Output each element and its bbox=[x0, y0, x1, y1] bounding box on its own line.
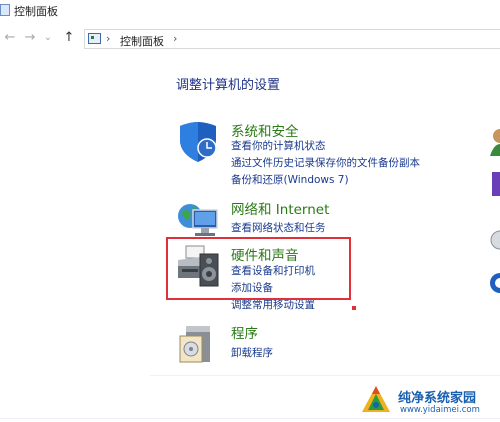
navigation-bar: ← → ⌄ ↑ › 控制面板 › bbox=[0, 26, 500, 52]
ease-of-access-icon[interactable] bbox=[490, 268, 500, 298]
forward-arrow-icon[interactable]: → bbox=[22, 30, 38, 46]
watermark-logo-icon bbox=[362, 386, 390, 412]
shield-icon[interactable] bbox=[176, 120, 220, 164]
address-bar[interactable]: › 控制面板 › bbox=[84, 29, 500, 49]
link-uninstall-program[interactable]: 卸载程序 bbox=[231, 345, 273, 360]
red-marker bbox=[352, 306, 356, 310]
network-globe-icon[interactable] bbox=[176, 198, 220, 242]
title-bar: 控制面板 bbox=[0, 0, 500, 22]
category-title[interactable]: 系统和安全 bbox=[231, 120, 299, 140]
highlight-box bbox=[166, 237, 351, 300]
divider bbox=[0, 418, 500, 419]
programs-box-icon[interactable] bbox=[176, 322, 220, 366]
breadcrumb-separator[interactable]: › bbox=[173, 32, 177, 45]
user-accounts-icon[interactable] bbox=[490, 128, 500, 156]
breadcrumb-separator[interactable]: › bbox=[106, 32, 110, 45]
recent-locations-chevron-icon[interactable]: ⌄ bbox=[40, 30, 56, 46]
window-title: 控制面板 bbox=[14, 5, 58, 18]
control-panel-icon bbox=[0, 4, 10, 16]
breadcrumb-control-panel[interactable]: 控制面板 bbox=[120, 33, 164, 49]
clock-region-icon[interactable] bbox=[490, 226, 500, 254]
back-arrow-icon[interactable]: ← bbox=[2, 30, 18, 46]
category-title[interactable]: 程序 bbox=[231, 322, 258, 342]
link-backup-restore[interactable]: 备份和还原(Windows 7) bbox=[231, 172, 349, 187]
page-title: 调整计算机的设置 bbox=[176, 78, 281, 93]
up-arrow-icon[interactable]: ↑ bbox=[61, 30, 77, 46]
divider bbox=[150, 375, 500, 376]
link-view-computer-status[interactable]: 查看你的计算机状态 bbox=[231, 138, 326, 153]
watermark-title: 纯净系统家园 bbox=[398, 391, 477, 406]
category-title[interactable]: 网络和 Internet bbox=[231, 198, 329, 218]
appearance-icon[interactable] bbox=[490, 170, 500, 198]
watermark-url: www.yidaimei.com bbox=[400, 405, 480, 415]
link-file-history-backup[interactable]: 通过文件历史记录保存你的文件备份副本 bbox=[231, 155, 420, 170]
link-view-network-status[interactable]: 查看网络状态和任务 bbox=[231, 220, 326, 235]
control-panel-address-icon bbox=[88, 33, 101, 44]
